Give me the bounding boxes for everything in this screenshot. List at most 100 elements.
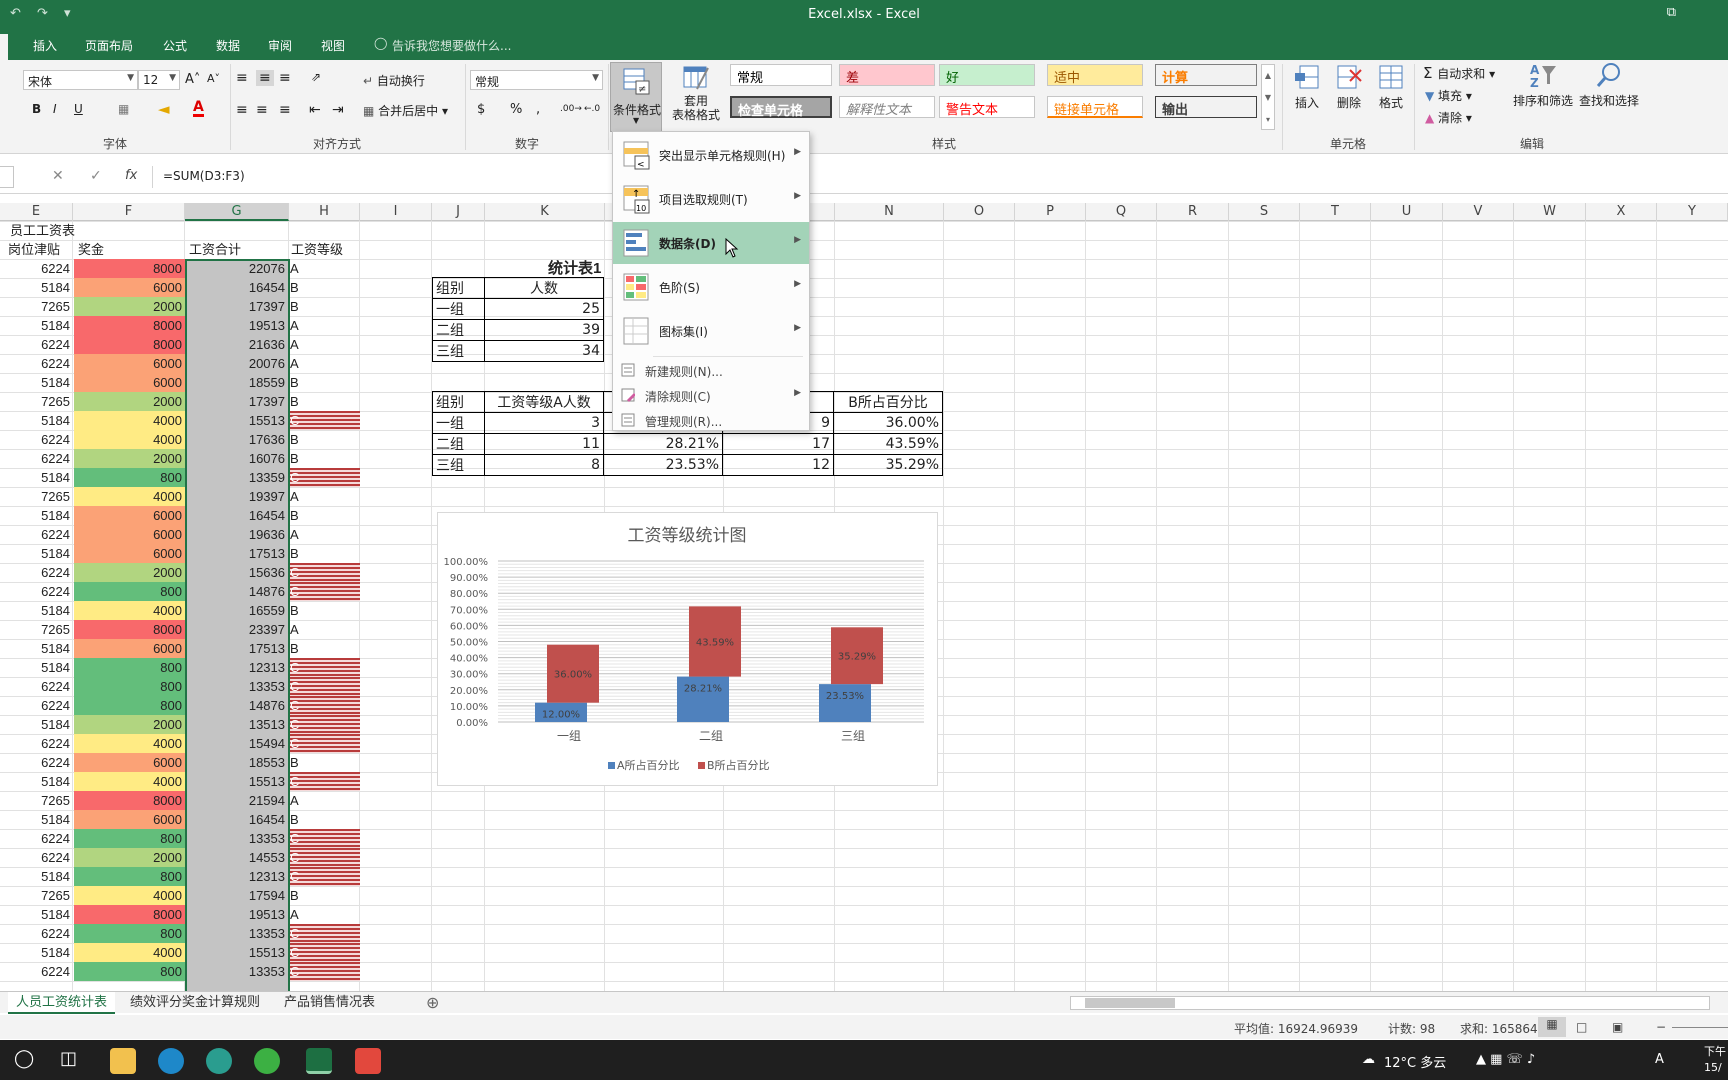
menu-item-data-bars[interactable]: 数据条(D) ▶: [613, 222, 809, 264]
column-header-I[interactable]: I: [360, 203, 432, 221]
decrease-indent-icon[interactable]: ⇤: [309, 102, 321, 118]
table-cell-grade[interactable]: A: [290, 487, 360, 506]
table-cell-allowance[interactable]: 5184: [0, 905, 73, 924]
table-cell-grade[interactable]: B: [290, 392, 360, 411]
tab-review[interactable]: 审阅: [268, 37, 292, 54]
table-cell-total[interactable]: 13353: [186, 677, 288, 696]
zoom-slider[interactable]: [1672, 1027, 1728, 1028]
table-cell-bonus[interactable]: 4000: [74, 411, 185, 430]
table-cell-bonus[interactable]: 6000: [74, 544, 185, 563]
table-cell-total[interactable]: 13353: [186, 924, 288, 943]
table-cell-bonus[interactable]: 6000: [74, 354, 185, 373]
column-header-X[interactable]: X: [1586, 203, 1657, 221]
column-header-O[interactable]: O: [944, 203, 1015, 221]
table-cell-bonus[interactable]: 6000: [74, 525, 185, 544]
insert-function-icon[interactable]: fx: [125, 168, 137, 183]
menu-item-new-rule[interactable]: 新建规则(N)...: [613, 358, 809, 382]
recorder-app-icon[interactable]: [355, 1048, 381, 1074]
table-cell-bonus[interactable]: 8000: [74, 791, 185, 810]
table-cell-total[interactable]: 13513: [186, 715, 288, 734]
table-cell-allowance[interactable]: 7265: [0, 886, 73, 905]
table-cell-bonus[interactable]: 2000: [74, 848, 185, 867]
table-cell-total[interactable]: 21636: [186, 335, 288, 354]
wrap-text-button[interactable]: ↵ 自动换行: [363, 72, 425, 89]
number-format-combo[interactable]: 常规 ▼: [470, 70, 603, 90]
table-cell-bonus[interactable]: 800: [74, 677, 185, 696]
bold-button[interactable]: B: [32, 102, 41, 116]
cell-style-9[interactable]: 输出: [1155, 96, 1257, 118]
table-cell-grade[interactable]: C: [290, 829, 360, 848]
table-cell-bonus[interactable]: 8000: [74, 335, 185, 354]
table-cell-bonus[interactable]: 6000: [74, 278, 185, 297]
increase-decimal-button[interactable]: .00→: [560, 104, 582, 114]
table-cell-allowance[interactable]: 7265: [0, 297, 73, 316]
table-cell-allowance[interactable]: 5184: [0, 506, 73, 525]
table-cell-bonus[interactable]: 4000: [74, 772, 185, 791]
table-cell-total[interactable]: 17513: [186, 544, 288, 563]
table-cell-grade[interactable]: A: [290, 316, 360, 335]
table-cell-bonus[interactable]: 800: [74, 582, 185, 601]
table-cell-bonus[interactable]: 4000: [74, 601, 185, 620]
tab-view[interactable]: 视图: [321, 37, 345, 54]
table-cell-grade[interactable]: C: [290, 943, 360, 962]
table-cell-total[interactable]: 17594: [186, 886, 288, 905]
table-cell-bonus[interactable]: 2000: [74, 449, 185, 468]
table-cell-bonus[interactable]: 6000: [74, 373, 185, 392]
table-cell-grade[interactable]: B: [290, 810, 360, 829]
gallery-scroll[interactable]: ▲ ▼ ▾: [1261, 64, 1275, 130]
zoom-out-icon[interactable]: −: [1656, 1020, 1666, 1034]
table-cell-total[interactable]: 17397: [186, 392, 288, 411]
table-cell-allowance[interactable]: 6224: [0, 962, 73, 981]
scrollbar-thumb[interactable]: [1085, 998, 1175, 1008]
table-cell-total[interactable]: 17513: [186, 639, 288, 658]
formula-input[interactable]: =SUM(D3:F3): [163, 169, 245, 183]
table-cell-bonus[interactable]: 6000: [74, 639, 185, 658]
table-cell-allowance[interactable]: 6224: [0, 734, 73, 753]
table-cell-total[interactable]: 23397: [186, 620, 288, 639]
table-cell-grade[interactable]: A: [290, 525, 360, 544]
table-cell-grade[interactable]: C: [290, 772, 360, 791]
percent-button[interactable]: %: [510, 102, 522, 117]
table-cell-total[interactable]: 13353: [186, 962, 288, 981]
table-cell-allowance[interactable]: 6224: [0, 677, 73, 696]
table-cell-bonus[interactable]: 8000: [74, 905, 185, 924]
menu-item-clear-rules[interactable]: 清除规则(C) ▶: [613, 383, 809, 407]
column-title[interactable]: 工资等级: [291, 240, 361, 259]
table-cell-total[interactable]: 17397: [186, 297, 288, 316]
conditional-formatting-button[interactable]: ≠ 条件格式 ▼: [610, 62, 662, 132]
table-cell-total[interactable]: 13359: [186, 468, 288, 487]
table-cell-grade[interactable]: A: [290, 259, 360, 278]
app-icon[interactable]: [206, 1048, 232, 1074]
name-box[interactable]: [0, 166, 14, 188]
table-cell-bonus[interactable]: 8000: [74, 316, 185, 335]
table-cell-allowance[interactable]: 7265: [0, 392, 73, 411]
underline-button[interactable]: U: [74, 102, 83, 116]
table-cell-total[interactable]: 15513: [186, 411, 288, 430]
table-cell-total[interactable]: 14876: [186, 696, 288, 715]
wechat-app-icon[interactable]: [254, 1048, 280, 1074]
tab-data[interactable]: 数据: [216, 37, 240, 54]
table-cell-total[interactable]: 16076: [186, 449, 288, 468]
sort-filter-button[interactable]: AZ 排序和筛选: [1510, 62, 1576, 109]
cell-style-8[interactable]: 链接单元格: [1047, 96, 1143, 118]
table-cell-allowance[interactable]: 6224: [0, 354, 73, 373]
table-row[interactable]: 三组 8 23.53% 12 35.29%: [432, 454, 943, 476]
shrink-font-button[interactable]: A˅: [207, 72, 220, 85]
increase-indent-icon[interactable]: ⇥: [332, 102, 344, 118]
align-bottom-icon[interactable]: ≡: [279, 70, 291, 86]
align-top-icon[interactable]: ≡: [236, 70, 248, 86]
table-cell-bonus[interactable]: 800: [74, 962, 185, 981]
menu-item-highlight-rules[interactable]: < 突出显示单元格规则(H) ▶: [613, 134, 809, 176]
table-cell-grade[interactable]: B: [290, 639, 360, 658]
table-cell-bonus[interactable]: 6000: [74, 506, 185, 525]
table-cell-grade[interactable]: C: [290, 411, 360, 430]
table-cell-total[interactable]: 21594: [186, 791, 288, 810]
table-cell-grade[interactable]: C: [290, 468, 360, 487]
table-cell-bonus[interactable]: 8000: [74, 259, 185, 278]
table-cell-grade[interactable]: C: [290, 867, 360, 886]
enter-icon[interactable]: ✓: [90, 168, 102, 184]
table-cell-allowance[interactable]: 5184: [0, 468, 73, 487]
add-sheet-icon[interactable]: ⊕: [418, 992, 447, 1014]
start-search-icon[interactable]: ◯: [14, 1048, 34, 1069]
ribbon-display-options-icon[interactable]: ⧉: [1667, 5, 1676, 20]
